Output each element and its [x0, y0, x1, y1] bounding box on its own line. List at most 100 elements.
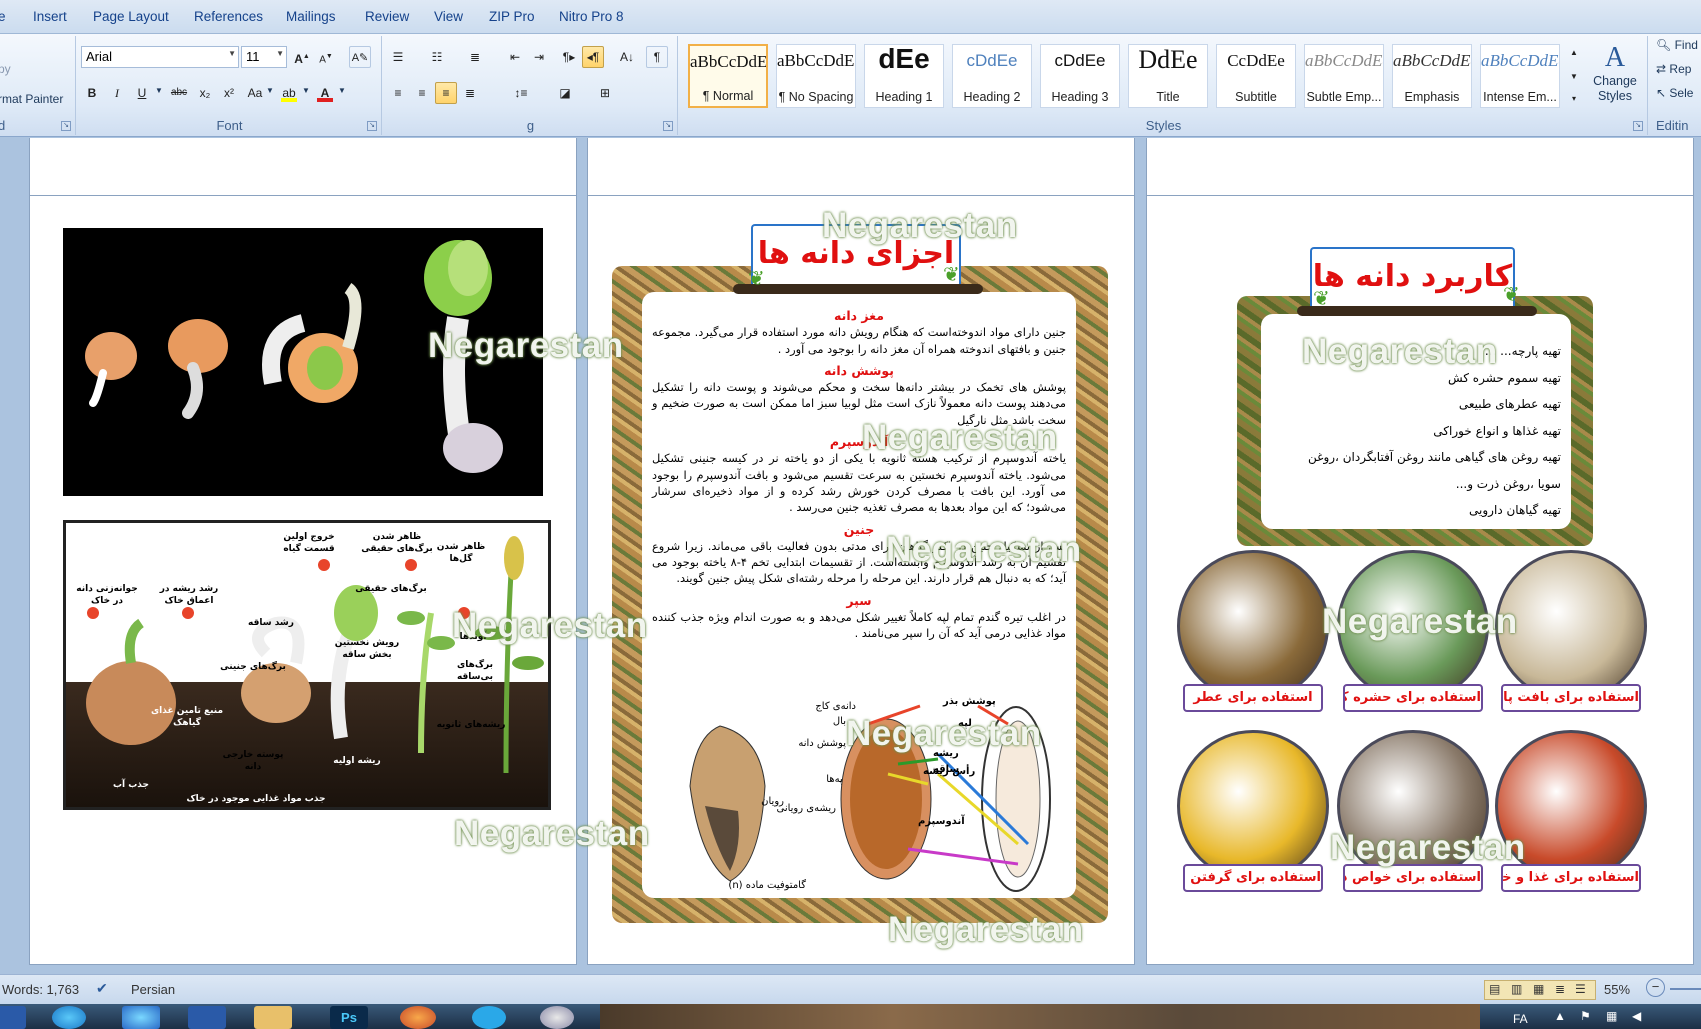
rtl-button[interactable]: ◂¶: [582, 46, 604, 68]
zoom-out-icon[interactable]: −: [1646, 978, 1665, 997]
select-button[interactable]: ↖ Sele: [1656, 86, 1693, 100]
font-color-button[interactable]: A: [314, 82, 336, 104]
style-heading-1[interactable]: dEe Heading 1: [864, 43, 944, 108]
font-launcher-icon[interactable]: ↘: [367, 121, 377, 131]
grow-font-button[interactable]: A▲: [291, 46, 313, 68]
shrink-font-button[interactable]: A▼: [315, 46, 337, 68]
style-name: Intense Em...: [1483, 90, 1557, 104]
highlight-button[interactable]: ab: [278, 82, 300, 104]
borders-button[interactable]: ⊞: [594, 82, 616, 104]
style-intense-em[interactable]: aBbCcDdEe Intense Em...: [1480, 44, 1560, 108]
format-painter-button[interactable]: rmat Painter: [0, 92, 63, 106]
align-right-button[interactable]: ≡: [435, 82, 457, 104]
style-no-spacing[interactable]: aBbCcDdEe ¶ No Spacing: [776, 44, 856, 108]
decrease-indent-button[interactable]: ⇤: [504, 46, 526, 68]
style-emphasis[interactable]: aBbCcDdEe Emphasis: [1392, 44, 1472, 108]
numbering-button[interactable]: ☷: [426, 46, 448, 68]
word-taskbar-icon[interactable]: [0, 1006, 26, 1029]
font-size-combo[interactable]: 11 ▼: [241, 46, 287, 68]
firefox-icon[interactable]: [400, 1006, 436, 1029]
bold-button[interactable]: B: [81, 82, 103, 104]
web-layout-icon[interactable]: ▦: [1533, 982, 1544, 996]
tab-nitro-pro[interactable]: Nitro Pro 8: [559, 9, 624, 24]
language-bar[interactable]: FA: [1513, 1012, 1528, 1026]
show-marks-button[interactable]: ¶: [646, 46, 668, 68]
language-indicator[interactable]: Persian: [131, 982, 175, 997]
document-workspace[interactable]: جوانه‌زنی دانه در خاک رشد ریشه در اعماق خ…: [0, 138, 1701, 974]
styles-launcher-icon[interactable]: ↘: [1633, 121, 1643, 131]
outline-icon[interactable]: ≣: [1555, 982, 1565, 996]
clear-formatting-button[interactable]: A✎: [349, 46, 371, 68]
chevron-down-icon[interactable]: ▼: [155, 86, 163, 95]
tab-insert[interactable]: Insert: [33, 9, 67, 24]
page-1[interactable]: جوانه‌زنی دانه در خاک رشد ریشه در اعماق خ…: [29, 195, 577, 965]
show-hidden-icons[interactable]: ▲: [1554, 1009, 1566, 1023]
italic-button[interactable]: I: [106, 82, 128, 104]
folder-icon[interactable]: [254, 1006, 292, 1029]
chevron-down-icon[interactable]: ▼: [338, 86, 346, 95]
copy-button[interactable]: py: [0, 62, 11, 76]
zoom-slider[interactable]: [1670, 988, 1701, 990]
line-spacing-button[interactable]: ↕≡: [510, 82, 532, 104]
flag-icon[interactable]: ⚑: [1580, 1009, 1591, 1023]
tab-review[interactable]: Review: [365, 9, 409, 24]
word-icon[interactable]: [188, 1006, 226, 1029]
style-heading-2[interactable]: cDdEe Heading 2: [952, 44, 1032, 108]
styles-scroll-up[interactable]: ▲: [1566, 42, 1582, 62]
photoshop-icon[interactable]: Ps: [330, 1006, 368, 1029]
paragraph-launcher-icon[interactable]: ↘: [663, 121, 673, 131]
style-heading-3[interactable]: cDdEe Heading 3: [1040, 44, 1120, 108]
tab-references[interactable]: References: [194, 9, 263, 24]
find-button[interactable]: 🔍︎ Find: [1656, 38, 1698, 52]
style-normal[interactable]: aBbCcDdEe ¶ Normal: [688, 44, 768, 108]
tab-home[interactable]: e: [0, 9, 6, 24]
font-name-combo[interactable]: Arial ▼: [81, 46, 239, 68]
ltr-button[interactable]: ¶▸: [558, 46, 580, 68]
uses-list: تهیه پارچه‌... ... تهیه سموم حشره کش تهیه …: [1271, 338, 1561, 524]
multilevel-list-button[interactable]: ≣: [464, 46, 486, 68]
diagram-label: ریشه اولیه: [333, 756, 381, 766]
replace-button[interactable]: ⇄ Rep: [1656, 62, 1691, 76]
page-2[interactable]: اجزای دانه ها ❦ ❦ مغز دانه جنین دارای موا…: [587, 195, 1135, 965]
print-layout-icon[interactable]: ▤: [1489, 982, 1500, 996]
strikethrough-button[interactable]: abc: [168, 82, 190, 104]
tab-zip-pro[interactable]: ZIP Pro: [489, 9, 535, 24]
styles-more[interactable]: ▾: [1566, 88, 1582, 108]
chevron-down-icon[interactable]: ▼: [266, 86, 274, 95]
subscript-button[interactable]: x₂: [194, 82, 216, 104]
style-title[interactable]: DdEe Title: [1128, 44, 1208, 108]
styles-scroll-down[interactable]: ▼: [1566, 66, 1582, 86]
numbering-icon: ☷: [431, 50, 443, 64]
increase-indent-button[interactable]: ⇥: [528, 46, 550, 68]
shading-button[interactable]: ◪: [554, 82, 576, 104]
style-subtitle[interactable]: CcDdEe Subtitle: [1216, 44, 1296, 108]
eset-icon[interactable]: [52, 1006, 86, 1029]
tab-page-layout[interactable]: Page Layout: [93, 9, 169, 24]
change-case-button[interactable]: Aa: [244, 82, 266, 104]
tab-view[interactable]: View: [434, 9, 463, 24]
full-screen-icon[interactable]: ▥: [1511, 982, 1522, 996]
word-count[interactable]: Words: 1,763: [2, 982, 79, 997]
network-icon[interactable]: ▦: [1606, 1009, 1617, 1023]
justify-button[interactable]: ≣: [459, 82, 481, 104]
page-3[interactable]: کاربرد دانه ها ❦ ❦ تهیه پارچه‌... ... تهی…: [1146, 195, 1694, 965]
bullets-button[interactable]: ☰: [387, 46, 409, 68]
proofing-icon[interactable]: ✔: [96, 980, 108, 997]
align-center-button[interactable]: ≡: [411, 82, 433, 104]
zoom-level[interactable]: 55%: [1604, 982, 1630, 997]
view-buttons: ▤ ▥ ▦ ≣ ☰: [1484, 980, 1596, 1000]
change-styles-button[interactable]: A Change Styles: [1586, 42, 1644, 114]
chevron-down-icon[interactable]: ▼: [302, 86, 310, 95]
underline-button[interactable]: U: [131, 82, 153, 104]
align-left-button[interactable]: ≡: [387, 82, 409, 104]
tab-mailings[interactable]: Mailings: [286, 9, 336, 24]
volume-icon[interactable]: ◀: [1632, 1009, 1641, 1023]
superscript-button[interactable]: x²: [218, 82, 240, 104]
sort-button[interactable]: A↓: [616, 46, 638, 68]
internet-explorer-icon[interactable]: [122, 1006, 160, 1029]
style-subtle-emp[interactable]: aBbCcDdEe Subtle Emp...: [1304, 44, 1384, 108]
draft-icon[interactable]: ☰: [1575, 982, 1586, 996]
telegram-icon[interactable]: [472, 1006, 506, 1029]
paint-icon[interactable]: [540, 1006, 574, 1029]
clipboard-launcher-icon[interactable]: ↘: [61, 121, 71, 131]
